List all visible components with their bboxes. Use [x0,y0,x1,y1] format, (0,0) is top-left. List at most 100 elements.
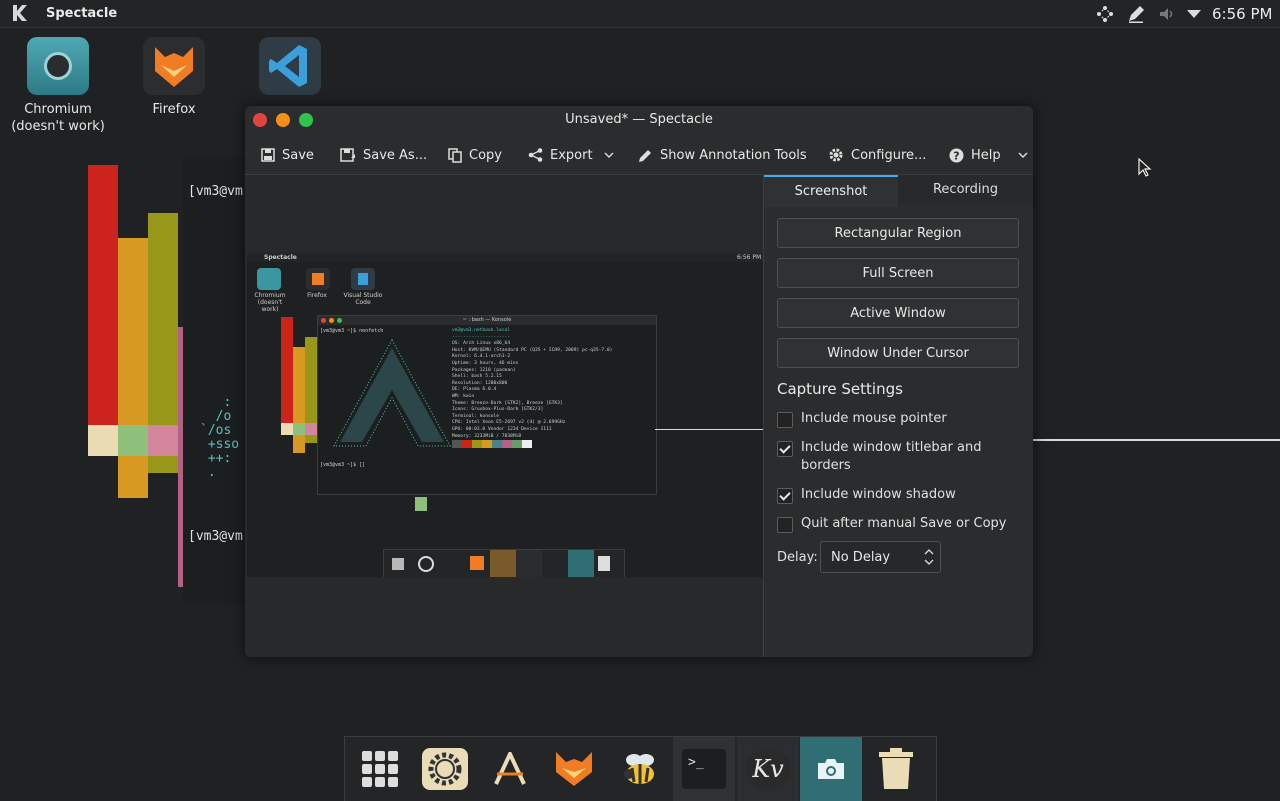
desktop-bar-cream [88,425,118,456]
desktop-icon-vscode[interactable] [235,37,345,101]
top-panel: Spectacle 6:56 PM [0,0,1280,28]
desktop-bar-pink [148,425,178,456]
show-annotation-tools-button[interactable]: Show Annotation Tools [637,146,807,164]
window-title: Unsaved* — Spectacle [565,112,713,127]
dock-settings[interactable] [414,737,476,801]
firefox-icon [556,752,592,786]
terminal-prompt: [vm3@vm [188,529,243,544]
dock-app-grid[interactable] [349,737,411,801]
option-label: Include window titlebar and borders [801,440,982,473]
rectangular-region-button[interactable]: Rectangular Region [777,218,1019,248]
neofetch-line: OS: Arch Linux x86_64 [452,341,511,347]
tab-recording[interactable]: Recording [898,175,1033,205]
trash-icon [879,748,913,789]
pen-icon[interactable] [1126,4,1146,24]
preview-panel-clock: 6:56 PM [737,254,762,261]
dock-text-editor[interactable] [479,737,541,801]
volume-icon[interactable] [1157,4,1177,24]
desktop-bar-green [118,425,148,456]
include-mouse-pointer-option[interactable]: Include mouse pointer [777,410,1017,428]
neofetch-line: WM: kwin [452,393,475,399]
save-button[interactable]: Save [261,146,314,164]
firefox-icon [143,37,205,95]
help-button[interactable]: ? Help [949,146,1028,164]
spectacle-window: Unsaved* — Spectacle Save Save As... Cop… [245,106,1033,657]
expand-arrow-icon[interactable] [1184,4,1204,24]
share-icon [528,148,543,162]
dock-firefox[interactable] [543,737,605,801]
dock-bee-app[interactable] [609,737,671,801]
checkbox[interactable] [777,488,793,504]
dock-kv-app[interactable]: Kv [737,737,799,801]
checkbox[interactable] [777,517,793,533]
neofetch-line: CPU: Intel Xeon E5-2697 v2 (4) @ 2.699GH… [452,420,566,426]
checkbox[interactable] [777,441,793,457]
save-as-button[interactable]: Save As... [340,146,427,164]
window-titlebar[interactable]: Unsaved* — Spectacle [245,106,1033,134]
neofetch-line: Uptime: 3 hours, 46 mins [452,360,519,366]
spin-arrows-icon[interactable] [924,547,934,567]
preview-prompt: [vm3@vm3 ~]$ neofetch [320,328,384,334]
checkbox[interactable] [777,412,793,428]
desktop-icon-chromium[interactable]: Chromium (doesn't work) [3,37,113,135]
text-editor-icon [494,752,526,785]
desktop-line [1033,439,1280,441]
help-label: Help [971,147,1001,163]
network-icon[interactable] [1095,4,1115,24]
annotation-label: Show Annotation Tools [660,147,807,163]
export-button[interactable]: Export [528,146,614,164]
delay-label: Delay: [777,550,818,565]
dock-terminal[interactable]: >_ [673,737,735,801]
capture-settings-heading: Capture Settings [777,380,903,398]
dock-spectacle[interactable] [800,737,862,801]
desktop-icon-label: Chromium (doesn't work) [11,102,105,134]
neofetch-line: Icons: Gruvbox-Plus-Dark [GTK2/3] [452,407,544,413]
desktop-bar-red [88,165,118,425]
configure-button[interactable]: Configure... [828,146,926,164]
neofetch-line: Shell: bash 5.2.15 [452,374,502,380]
preview-terminal: ~ : bash — Konsole [vm3@vm3 ~]$ neofetch… [317,315,657,495]
copy-icon [448,147,462,163]
dock-trash[interactable] [865,737,927,801]
window-under-cursor-button[interactable]: Window Under Cursor [777,338,1019,368]
neofetch-line: DE: Plasma 6.0.4 [452,387,497,393]
option-label: Quit after manual Save or Copy [801,516,1007,531]
settings-icon [422,748,468,790]
save-as-icon [340,148,355,162]
terminal-prompt: [vm3@vm [188,184,243,199]
preview-prompt-end: [vm3@vm3 ~]$ [] [320,462,366,468]
preview-dock [383,549,625,577]
preview-icon-label: Chromium (doesn't work) [254,292,286,313]
include-titlebar-option[interactable]: Include window titlebar and borders [777,439,1017,475]
delay-spinbox[interactable]: No Delay [820,541,941,573]
desktop-bar-orange [118,238,148,498]
quit-after-save-option[interactable]: Quit after manual Save or Copy [777,515,1017,533]
preview-terminal-title: ~ : bash — Konsole [462,317,512,323]
preview-neofetch-output: vm3@vm3.netbook.local -------------------… [452,328,612,440]
clock[interactable]: 6:56 PM [1212,5,1272,23]
preview-icon-label: Firefox [307,292,327,299]
preview-panel-app: Spectacle [264,254,297,261]
desktop-icon-firefox[interactable]: Firefox [119,37,229,118]
save-label: Save [282,147,314,163]
preview-color-blocks [452,440,532,448]
screenshot-preview[interactable]: Spectacle 6:56 PM Chromium (doesn't work… [245,175,763,657]
chevron-down-icon [604,152,614,158]
full-screen-button[interactable]: Full Screen [777,258,1019,288]
kv-icon: Kv [746,749,790,789]
camera-icon [818,759,844,779]
copy-button[interactable]: Copy [448,146,502,164]
include-shadow-option[interactable]: Include window shadow [777,486,1017,504]
capture-side-panel: Screenshot Recording Rectangular Region … [764,175,1033,657]
svg-text:?: ? [953,149,959,162]
active-window-button[interactable]: Active Window [777,298,1019,328]
kde-logo-icon[interactable] [10,3,32,23]
preview-icon-label: Visual Studio Code [343,292,383,306]
preview-image: Spectacle 6:56 PM Chromium (doesn't work… [247,253,763,577]
save-icon [261,148,275,162]
configure-label: Configure... [851,147,927,163]
preview-arch-logo [333,338,451,447]
tab-screenshot[interactable]: Screenshot [764,175,898,207]
vscode-icon [259,37,321,95]
bee-icon [624,754,654,784]
